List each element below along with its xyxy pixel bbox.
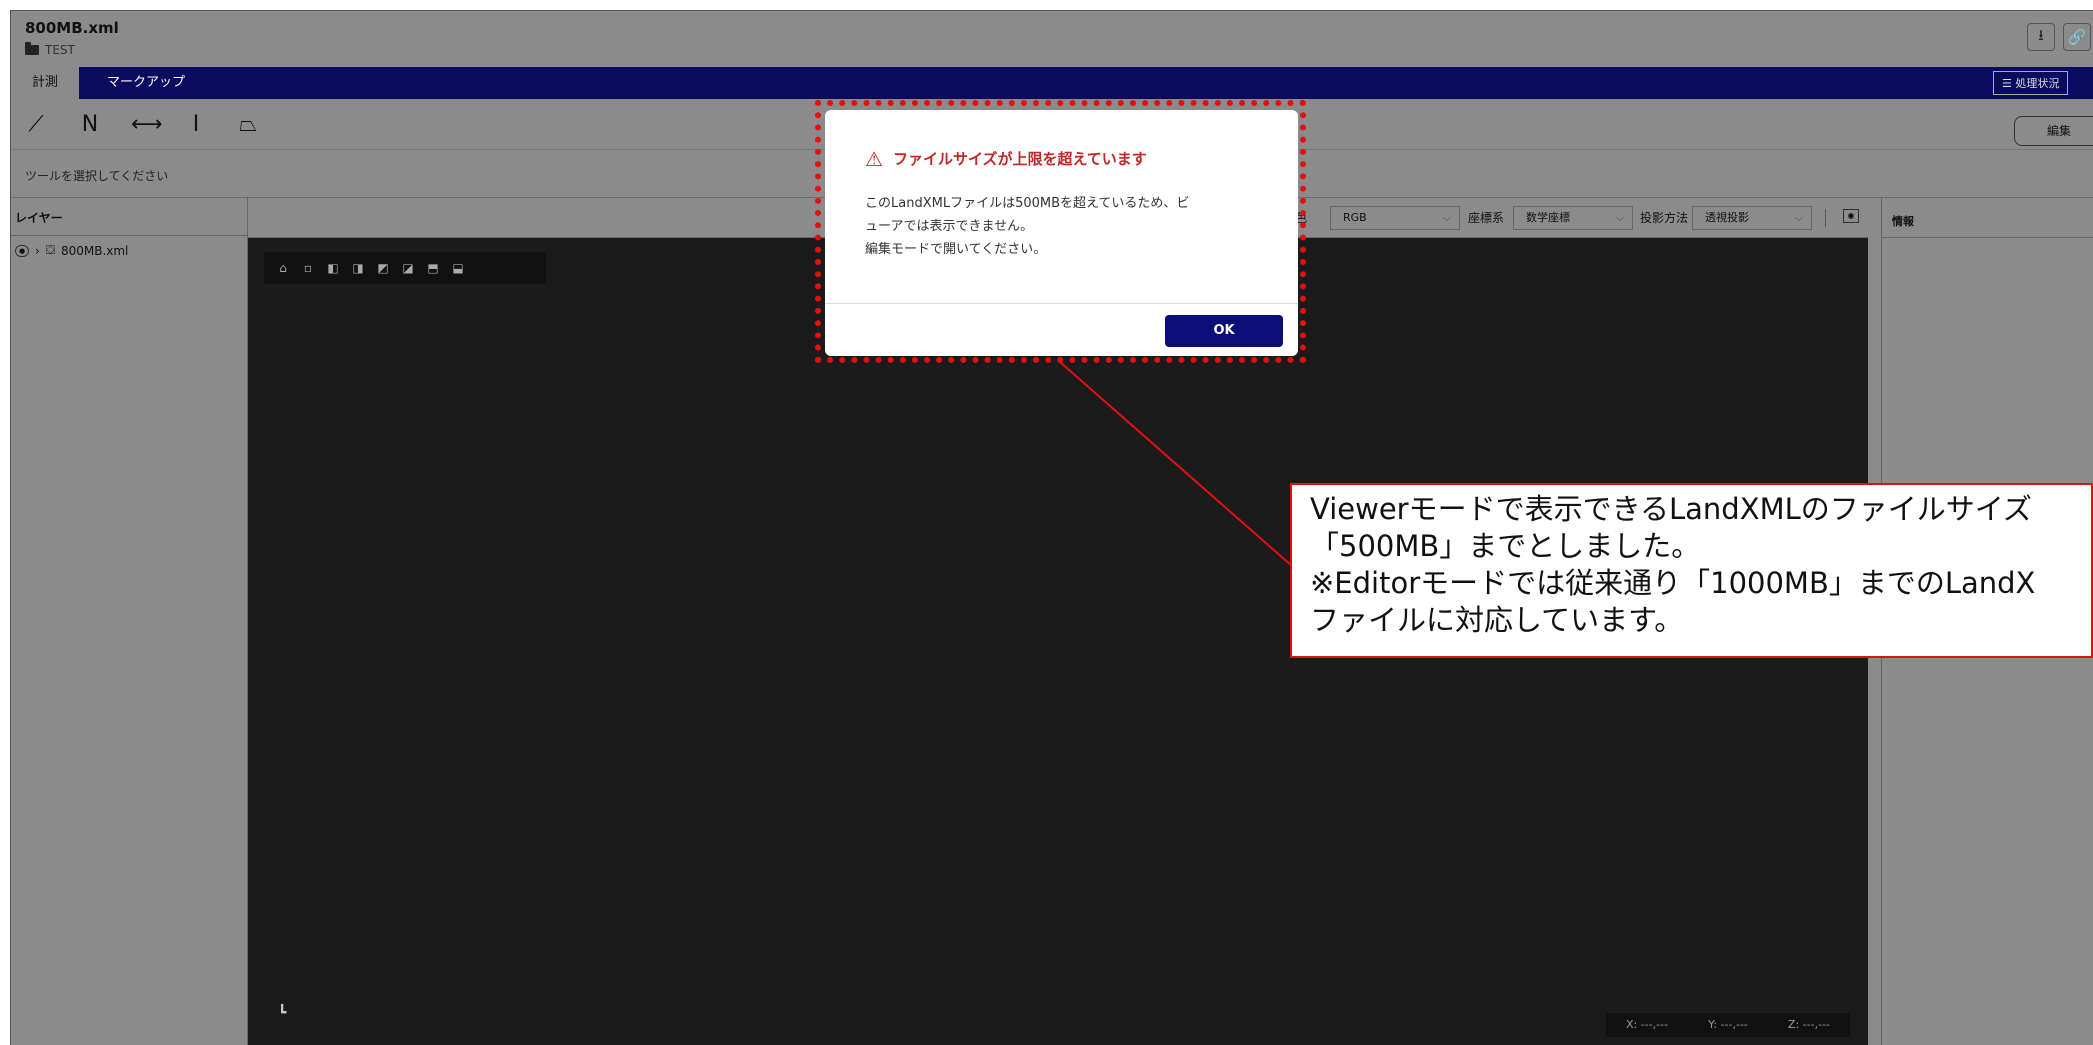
dialog-title: ⚠ ファイルサイズが上限を超えています <box>865 146 1147 171</box>
warning-icon: ⚠ <box>865 146 883 171</box>
annotation-callout: Viewerモードで表示できるLandXMLのファイルサイズ 「500MB」まで… <box>1290 483 2093 658</box>
ok-button[interactable]: OK <box>1165 315 1283 347</box>
dialog-message: このLandXMLファイルは500MBを超えているため、ビ ューアでは表示できま… <box>865 196 1190 257</box>
divider <box>825 303 1298 304</box>
file-size-error-dialog: ⚠ ファイルサイズが上限を超えています このLandXMLファイルは500MBを… <box>825 110 1298 356</box>
